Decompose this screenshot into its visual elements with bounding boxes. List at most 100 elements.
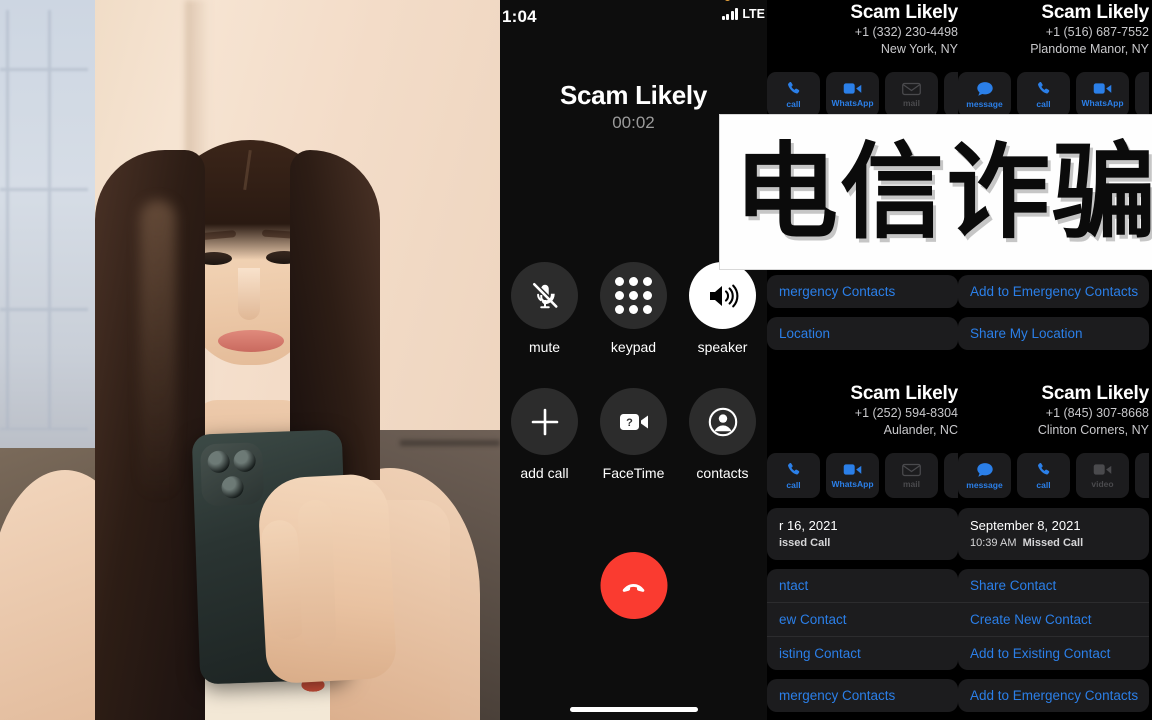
menu-group-emergency-b: Add to Emergency Contacts <box>958 275 1149 308</box>
menu-item-add-emergency[interactable]: Add to Emergency Contacts <box>958 679 1149 712</box>
call-history-time: 10:39 AM <box>970 537 1017 549</box>
call-history-entry: r 16, 2021 issed Call <box>767 508 958 560</box>
call-history-date: r 16, 2021 <box>779 518 838 533</box>
call-history-type: issed Call <box>779 537 831 549</box>
video-action-label: video <box>1091 479 1114 489</box>
mail-action-button[interactable]: mail <box>885 72 938 117</box>
camera-lens-icon <box>233 449 257 473</box>
contact-column-b: Scam Likely +1 (516) 687-7552 Plandome M… <box>958 0 1149 720</box>
mute-button-label: mute <box>528 339 561 355</box>
camera-lens-icon <box>207 450 231 474</box>
camera-lens-icon <box>221 475 244 499</box>
home-indicator[interactable] <box>569 707 698 712</box>
keypad-button[interactable]: keypad <box>596 262 671 355</box>
menu-item-add-emergency[interactable]: mergency Contacts <box>767 679 958 712</box>
end-call-button[interactable] <box>600 552 667 619</box>
contact-action-row: message call video <box>958 447 1149 508</box>
add-call-button[interactable]: add call <box>507 388 582 481</box>
contact-phone-number: +1 (845) 307-8668 <box>1045 406 1149 420</box>
menu-group-location-a: Location <box>767 317 958 350</box>
whatsapp-action-button[interactable]: WhatsApp <box>826 72 879 117</box>
mail-action-label: mail <box>902 97 920 108</box>
video-action-button[interactable]: video <box>1076 453 1129 498</box>
menu-item-share-location[interactable]: Location <box>767 317 958 350</box>
add-call-button-circle <box>511 388 578 455</box>
selfie-photo <box>0 0 500 720</box>
whatsapp-action-label: WhatsApp <box>1081 98 1124 108</box>
pay-action-button[interactable]: $ pay <box>944 453 958 498</box>
call-action-button[interactable]: call <box>1017 72 1070 117</box>
contact-column-a: Scam Likely +1 (332) 230-4498 New York, … <box>767 0 958 720</box>
contact-name: Scam Likely <box>850 2 958 23</box>
status-bar: 1:04 LTE <box>500 0 767 34</box>
contact-name: Scam Likely <box>1041 2 1149 23</box>
mail-action-button[interactable]: mail <box>1135 453 1149 498</box>
menu-item-add-emergency[interactable]: Add to Emergency Contacts <box>958 275 1149 308</box>
keypad-icon <box>615 277 652 314</box>
call-history-status: Missed Call <box>1022 537 1084 549</box>
message-icon <box>976 81 993 96</box>
video-question-icon: ? <box>619 413 648 430</box>
call-action-button[interactable]: call <box>767 72 820 117</box>
card-gap-b <box>958 359 1149 381</box>
call-action-label: call <box>1036 480 1051 490</box>
photo-finger <box>297 499 337 651</box>
mute-button[interactable]: mute <box>507 262 582 355</box>
photo-sofa-seam <box>400 440 500 446</box>
contact-card-header: Scam Likely +1 (516) 687-7552 Plandome M… <box>958 0 1149 66</box>
chinese-overlay-text: 电信诈骗 <box>734 131 1152 253</box>
network-type-label: LTE <box>742 7 765 21</box>
mail-action-button[interactable]: mail <box>1135 72 1149 117</box>
photo-hair-highlight <box>140 200 176 500</box>
menu-item-add-existing-contact[interactable]: isting Contact <box>767 637 958 670</box>
mail-icon <box>902 82 921 95</box>
menu-item-share-location[interactable]: Share My Location <box>958 317 1149 350</box>
screenshot-canvas: 1:04 LTE Scam Likely 00:02 mute keypad s… <box>0 0 1152 720</box>
keypad-button-circle <box>600 262 667 329</box>
mail-action-button[interactable]: mail <box>885 453 938 498</box>
message-icon <box>976 462 993 477</box>
menu-item-add-existing-contact[interactable]: Add to Existing Contact <box>958 637 1149 670</box>
message-action-button[interactable]: message <box>958 453 1011 498</box>
menu-group-emergency-a2: mergency Contacts <box>767 679 958 712</box>
message-action-label: message <box>966 479 1003 490</box>
chinese-text-overlay: 电信诈骗 <box>719 114 1152 270</box>
card-gap-a <box>767 359 958 381</box>
contact-card-header: Scam Likely +1 (845) 307-8668 Clinton Co… <box>958 381 1149 447</box>
call-action-button[interactable]: call <box>1017 453 1070 498</box>
phone-icon <box>1038 463 1050 475</box>
contact-card-header: Scam Likely +1 (252) 594-8304 Aulander, … <box>767 381 958 447</box>
speaker-button[interactable]: speaker <box>685 262 760 355</box>
menu-group-contact-a: ntact ew Contact isting Contact <box>767 569 958 670</box>
call-history-entry: September 8, 2021 10:39 AM Missed Call <box>958 508 1149 560</box>
mail-icon <box>902 463 921 476</box>
contacts-button[interactable]: contacts <box>685 388 760 481</box>
keypad-button-label: keypad <box>610 339 657 355</box>
menu-item-share-contact[interactable]: ntact <box>767 569 958 603</box>
mic-slash-icon <box>532 282 558 308</box>
whatsapp-action-button[interactable]: WhatsApp <box>1076 72 1129 117</box>
menu-group-location-b: Share My Location <box>958 317 1149 350</box>
menu-group-emergency-a: mergency Contacts <box>767 275 958 308</box>
menu-item-add-emergency[interactable]: mergency Contacts <box>767 275 958 308</box>
signal-strength-icon <box>721 8 739 20</box>
status-bar-time: 1:04 <box>502 7 537 26</box>
pay-action-button[interactable]: $ pay <box>944 72 958 117</box>
contact-cards-panel: Scam Likely +1 (332) 230-4498 New York, … <box>767 0 1152 720</box>
facetime-button[interactable]: ? FaceTime <box>596 388 671 481</box>
photo-window-blinds <box>0 10 88 430</box>
call-history-date: September 8, 2021 <box>970 518 1081 533</box>
call-action-button[interactable]: call <box>767 453 820 498</box>
menu-item-create-new-contact[interactable]: Create New Contact <box>958 603 1149 637</box>
contact-location: New York, NY <box>880 42 958 56</box>
whatsapp-action-label: WhatsApp <box>831 479 874 489</box>
photo-lips <box>218 330 284 352</box>
menu-item-create-new-contact[interactable]: ew Contact <box>767 603 958 637</box>
call-action-label: call <box>786 480 801 490</box>
phone-icon <box>788 463 800 475</box>
whatsapp-action-button[interactable]: WhatsApp <box>826 453 879 498</box>
person-circle-icon <box>708 407 737 436</box>
menu-item-share-contact[interactable]: Share Contact <box>958 569 1149 603</box>
message-action-button[interactable]: message <box>958 72 1011 117</box>
menu-group-contact-b: Share Contact Create New Contact Add to … <box>958 569 1149 670</box>
